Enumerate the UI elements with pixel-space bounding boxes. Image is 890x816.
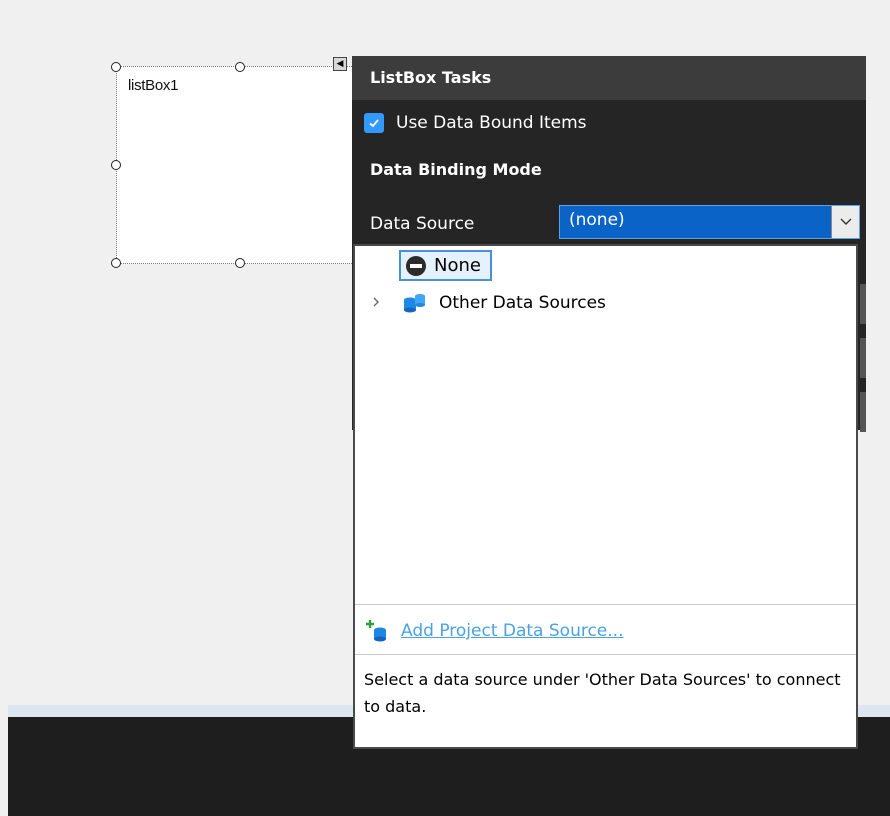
database-icon	[404, 294, 425, 313]
resize-handle-bottom-center[interactable]	[235, 258, 245, 268]
add-project-data-source-row[interactable]: Add Project Data Source...	[365, 616, 623, 646]
tree-item-none-label: None	[434, 255, 481, 276]
chevron-right-icon[interactable]	[371, 294, 397, 312]
data-source-dropdown-button[interactable]	[831, 206, 859, 238]
data-source-combobox[interactable]: (none)	[559, 205, 860, 239]
checkmark-icon	[369, 119, 379, 128]
smart-tag-arrow-icon[interactable]: ◀	[333, 57, 347, 71]
tree-item-other-data-sources[interactable]: Other Data Sources	[371, 288, 606, 318]
listbox-name: listBox1	[128, 77, 179, 94]
add-database-icon	[366, 620, 386, 642]
panel-edge	[860, 338, 866, 378]
chevron-down-icon	[840, 218, 851, 225]
data-source-tree[interactable]: None Other Data Sources	[355, 246, 856, 604]
data-binding-mode-heading: Data Binding Mode	[370, 160, 542, 179]
dropdown-help-text: Select a data source under 'Other Data S…	[355, 654, 856, 747]
no-entry-icon	[406, 255, 426, 276]
resize-handle-top-center[interactable]	[235, 62, 245, 72]
use-data-bound-items-checkbox[interactable]	[364, 113, 384, 133]
panel-edge	[860, 284, 866, 324]
tasks-title: ListBox Tasks	[352, 56, 866, 100]
dropdown-divider	[355, 604, 856, 605]
use-data-bound-items-row[interactable]: Use Data Bound Items	[364, 108, 587, 138]
add-project-data-source-link[interactable]: Add Project Data Source...	[401, 621, 623, 641]
listbox-control[interactable]: listBox1	[116, 66, 356, 264]
resize-handle-bottom-left[interactable]	[111, 258, 121, 268]
panel-edge	[860, 392, 866, 432]
data-source-value: (none)	[569, 210, 625, 230]
tree-item-none[interactable]: None	[399, 250, 492, 281]
tree-item-other-data-sources-label: Other Data Sources	[439, 293, 606, 313]
data-source-dropdown: None Other Data Sources Add Project Data…	[353, 244, 858, 749]
use-data-bound-items-label: Use Data Bound Items	[396, 113, 587, 133]
resize-handle-middle-left[interactable]	[111, 160, 121, 170]
data-source-label: Data Source	[370, 214, 475, 234]
resize-handle-top-left[interactable]	[111, 62, 121, 72]
